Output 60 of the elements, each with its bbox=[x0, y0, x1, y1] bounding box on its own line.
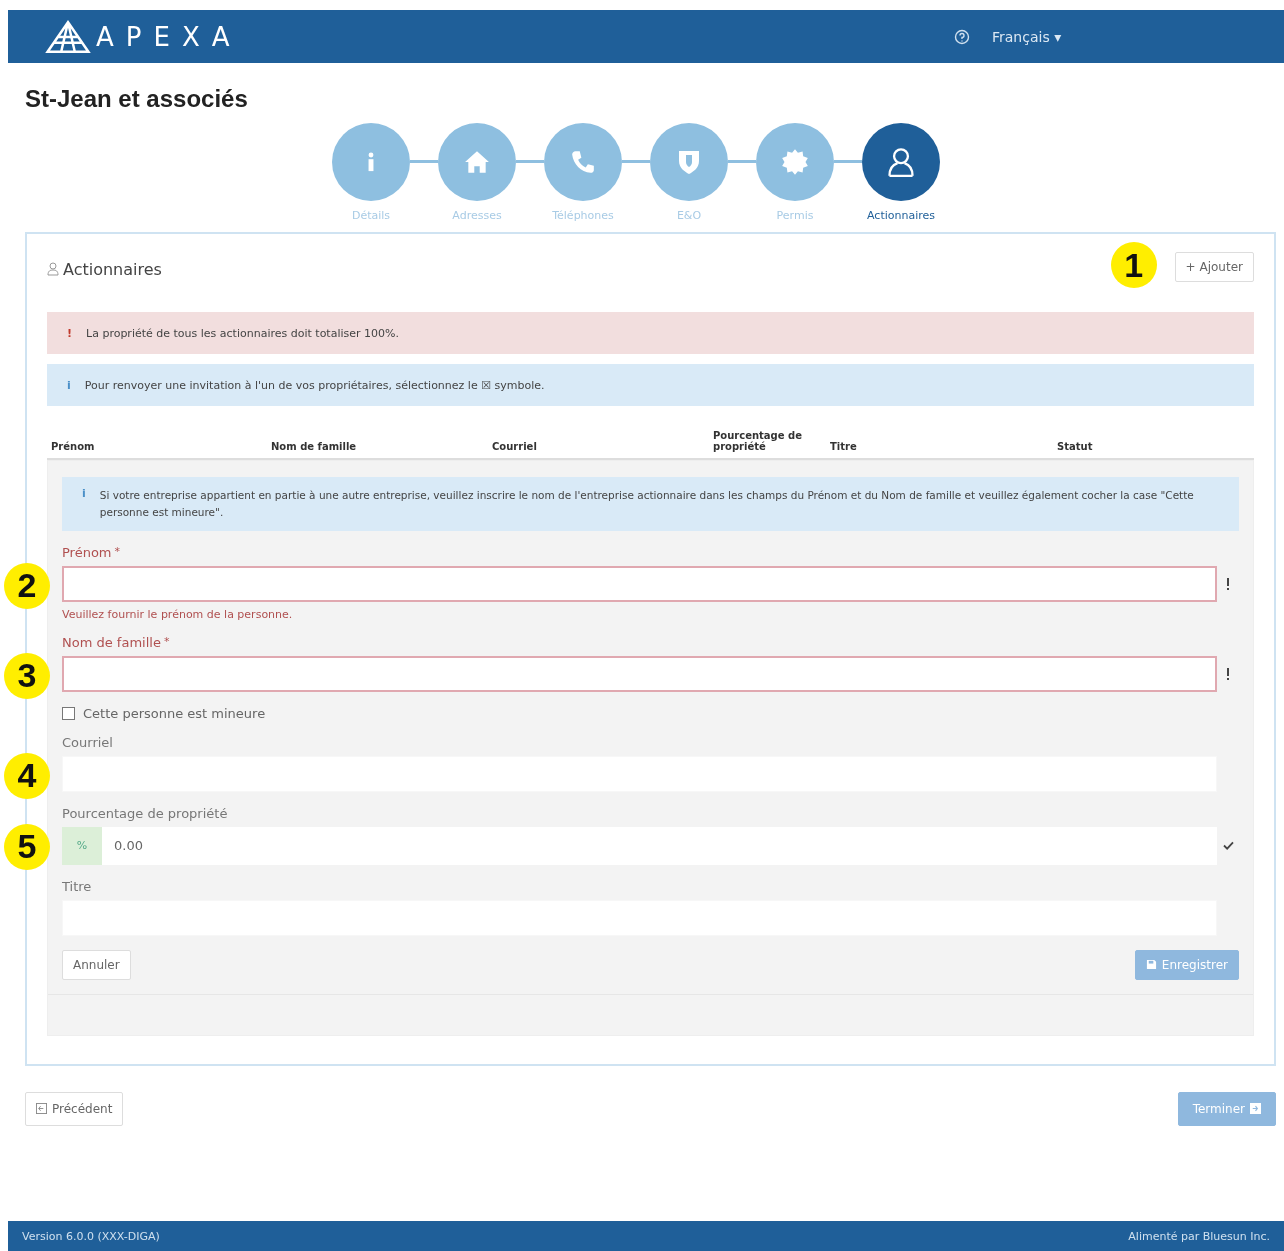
version-text: Version 6.0.0 (XXX-DIGA) bbox=[22, 1229, 160, 1243]
callout-number: 4 bbox=[4, 752, 50, 799]
arrow-left-icon bbox=[36, 1103, 47, 1115]
language-dropdown[interactable]: Français ▾ bbox=[992, 28, 1062, 45]
field-label: Titre bbox=[62, 878, 92, 894]
step-label[interactable]: Permis bbox=[776, 209, 814, 222]
field-label: Prénom bbox=[62, 544, 112, 560]
badge-icon bbox=[781, 148, 809, 176]
checkbox[interactable] bbox=[62, 706, 75, 720]
mountain-logo-icon bbox=[44, 19, 92, 54]
step-label[interactable]: Détails bbox=[351, 209, 391, 222]
panel-title: Actionnaires bbox=[63, 259, 162, 279]
required-mark: * bbox=[114, 544, 121, 560]
error-icon bbox=[1226, 577, 1230, 590]
column-header: Statut bbox=[1057, 441, 1094, 452]
percentage-input[interactable]: 0.00 bbox=[102, 826, 143, 865]
callout-number: 1 bbox=[1110, 242, 1157, 288]
person-icon bbox=[887, 147, 915, 177]
error-icon bbox=[1226, 667, 1230, 680]
phone-icon bbox=[570, 149, 596, 175]
column-header: Nom de famille bbox=[271, 441, 358, 452]
step-label[interactable]: Actionnaires bbox=[867, 209, 935, 222]
alert-icon: i bbox=[67, 378, 71, 392]
error-message: Veuillez fournir le prénom de la personne. bbox=[62, 607, 294, 621]
field-label: Courriel bbox=[62, 734, 113, 750]
step-label[interactable]: E&O bbox=[676, 209, 702, 222]
percent-addon: % bbox=[62, 826, 102, 865]
alert-message: La propriété de tous les actionnaires doit totaliser 100%. bbox=[86, 326, 399, 340]
column-header: Courriel bbox=[492, 441, 538, 452]
person-icon bbox=[47, 262, 59, 276]
required-mark: * bbox=[163, 634, 170, 650]
column-header: Titre bbox=[830, 441, 858, 452]
save-button[interactable]: Enregistrer bbox=[1134, 949, 1239, 980]
logo-wordmark: APEXA bbox=[96, 21, 242, 52]
help-icon[interactable] bbox=[954, 28, 970, 45]
checkbox-label: Cette personne est mineure bbox=[83, 705, 266, 721]
step-label[interactable]: Adresses bbox=[452, 209, 502, 222]
add-button[interactable]: + Ajouter bbox=[1174, 252, 1254, 282]
company-name: St-Jean et associés bbox=[25, 85, 249, 113]
callout-number: 3 bbox=[4, 652, 50, 699]
powered-by-text: Alimenté par Bluesun Inc. bbox=[1128, 1229, 1270, 1243]
input-field[interactable] bbox=[62, 565, 1217, 602]
finish-button[interactable]: Terminer bbox=[1177, 1091, 1276, 1126]
house-icon bbox=[464, 150, 490, 174]
field-label: Nom de famille bbox=[62, 634, 161, 650]
previous-button[interactable]: Précédent bbox=[25, 1091, 124, 1126]
alert-icon: i bbox=[82, 487, 86, 500]
arrow-right-icon bbox=[1250, 1103, 1261, 1115]
alert-icon: ! bbox=[67, 326, 73, 340]
step-label[interactable]: Téléphones bbox=[552, 209, 614, 222]
alert-message: Pour renvoyer une invitation à l'un de vos propriétaires, sélectionnez le ☒ symbole. bbox=[84, 378, 545, 392]
column-header: Pourcentage de propriété bbox=[713, 430, 803, 452]
column-header: Prénom bbox=[51, 441, 96, 452]
input-field[interactable] bbox=[62, 655, 1217, 692]
shield-icon bbox=[677, 149, 701, 175]
callout-number: 5 bbox=[4, 823, 50, 870]
field-label: Pourcentage de propriété bbox=[62, 805, 228, 821]
cancel-button[interactable]: Annuler bbox=[62, 949, 131, 980]
callout-number: 2 bbox=[4, 562, 50, 609]
notice-text: Si votre entreprise appartient en partie à une autre entreprise, veuillez inscrire le nom de l'entreprise actionnaire dans les champs du Prénom et du Nom de famille et veuillez également cocher la case "Cette personne est mineure". bbox=[99, 488, 1195, 520]
